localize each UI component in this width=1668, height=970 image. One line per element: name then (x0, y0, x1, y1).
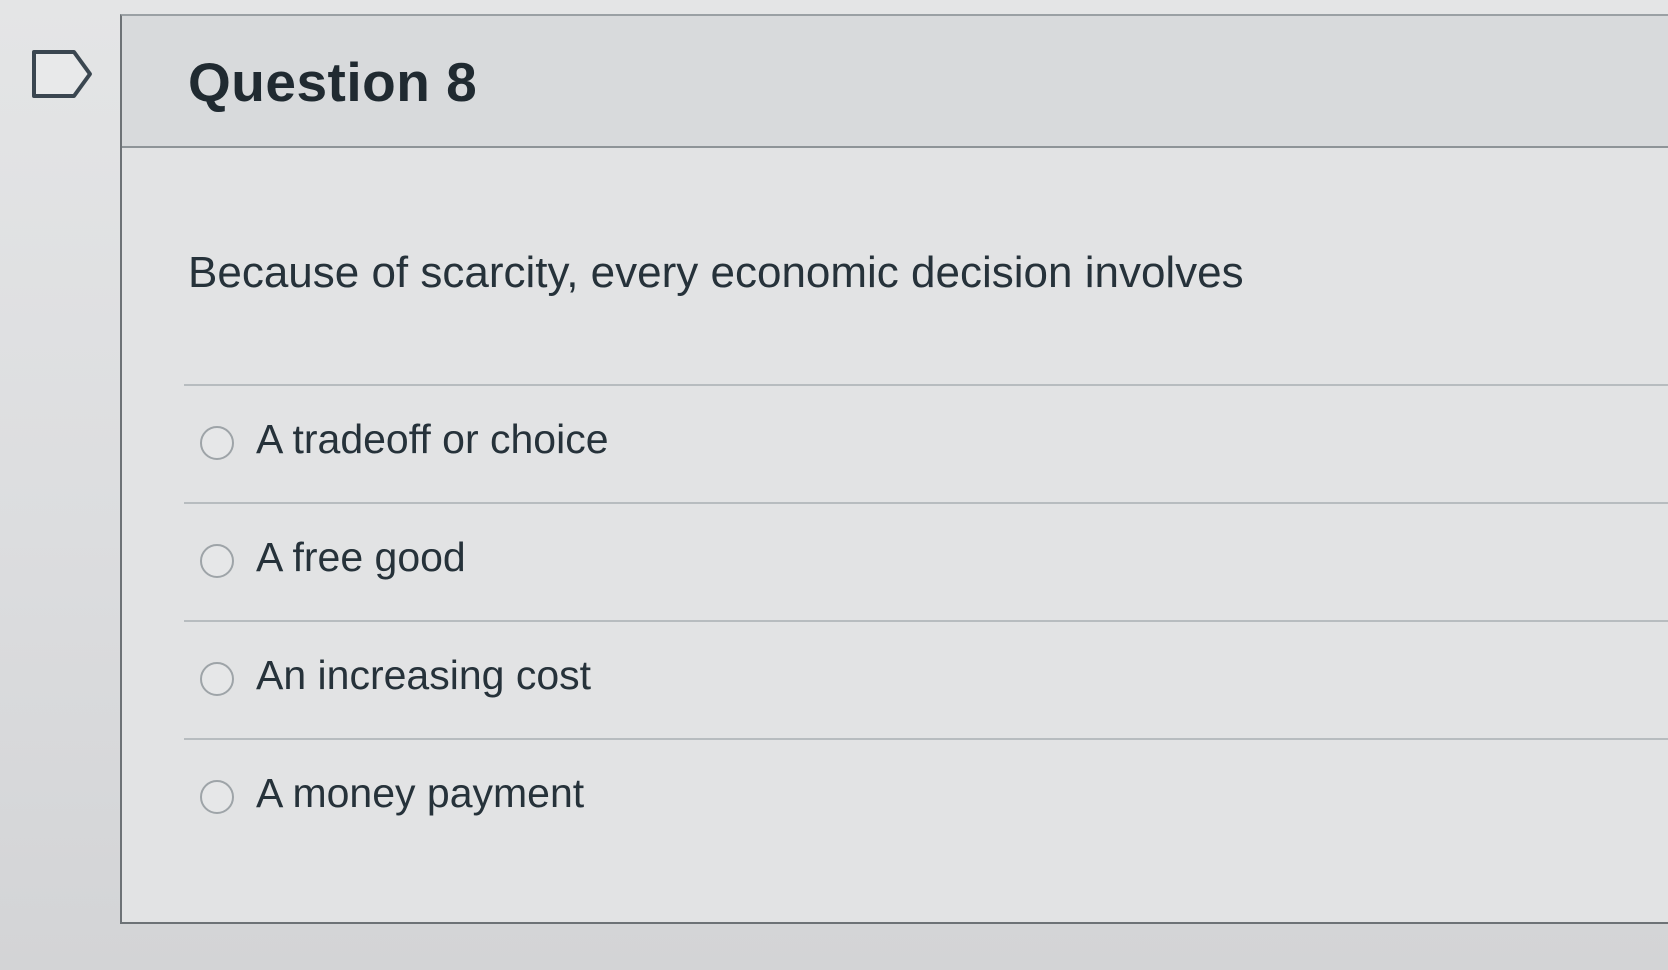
answer-label[interactable]: A tradeoff or choice (256, 416, 609, 463)
question-body: Because of scarcity, every economic deci… (122, 148, 1668, 922)
question-title: Question 8 (188, 51, 478, 113)
question-header: Question 8 (122, 16, 1668, 148)
answer-list: A tradeoff or choice A free good An incr… (184, 384, 1668, 858)
radio-button[interactable] (200, 662, 234, 696)
answer-option[interactable]: A tradeoff or choice (184, 386, 1668, 504)
question-card: Question 8 Because of scarcity, every ec… (120, 14, 1668, 924)
answer-option[interactable]: An increasing cost (184, 622, 1668, 740)
question-text: Because of scarcity, every economic deci… (188, 248, 1244, 297)
answer-option[interactable]: A money payment (184, 740, 1668, 858)
radio-button[interactable] (200, 780, 234, 814)
answer-label[interactable]: A money payment (256, 770, 584, 817)
radio-button[interactable] (200, 426, 234, 460)
answer-label[interactable]: A free good (256, 534, 466, 581)
flag-question-icon[interactable] (30, 48, 96, 100)
radio-button[interactable] (200, 544, 234, 578)
answer-label[interactable]: An increasing cost (256, 652, 591, 699)
answer-option[interactable]: A free good (184, 504, 1668, 622)
